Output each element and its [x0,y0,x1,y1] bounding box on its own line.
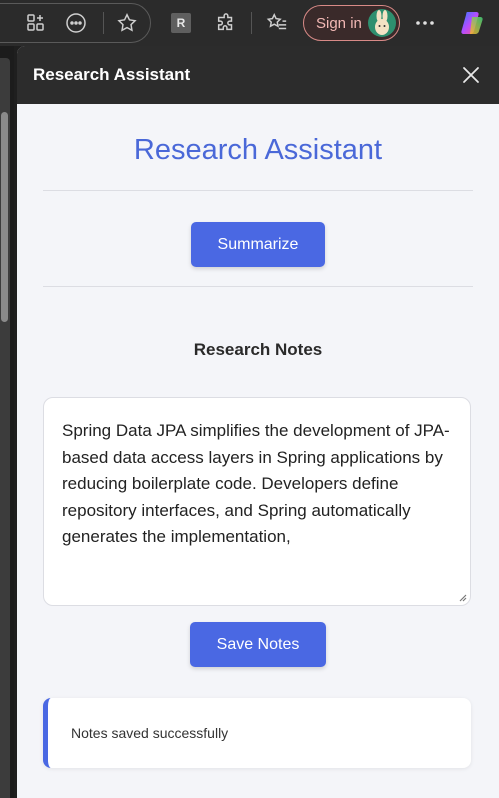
resize-grip-icon[interactable] [457,592,467,602]
toolbar-separator [251,12,252,34]
split-screen-icon[interactable] [22,9,50,37]
more-options-circle-icon[interactable] [62,9,90,37]
save-notes-button[interactable]: Save Notes [190,622,326,667]
extensions-icon[interactable] [212,9,240,37]
summarize-button[interactable]: Summarize [191,222,325,267]
notes-heading: Research Notes [193,340,323,359]
panel-header: Research Assistant [17,46,499,104]
page-scrollbar-thumb[interactable] [1,112,8,322]
reading-extension-icon[interactable]: R [171,13,191,33]
avatar [368,9,396,37]
notes-text: Spring Data JPA simplifies the developme… [62,421,450,546]
toolbar-separator [103,12,104,34]
close-icon[interactable] [461,65,481,85]
favorite-star-icon[interactable] [113,9,141,37]
favorites-list-icon[interactable] [263,9,291,37]
side-panel: Research Assistant Research Assistant Su… [17,46,499,798]
success-toast: Notes saved successfully [43,698,471,768]
divider [43,190,473,191]
panel-title: Research Assistant [33,65,191,84]
notes-textarea[interactable]: Spring Data JPA simplifies the developme… [43,397,471,606]
toast-message: Notes saved successfully [71,725,229,741]
divider [43,286,473,287]
sign-in-label: Sign in [316,14,362,32]
browser-toolbar: R Sign in [0,0,499,46]
more-menu-icon[interactable] [411,9,439,37]
copilot-icon[interactable] [458,9,486,37]
page-title: Research Assistant [133,134,383,166]
sign-in-button[interactable]: Sign in [303,5,400,41]
panel-content: Research Assistant Summarize Research No… [17,134,499,768]
